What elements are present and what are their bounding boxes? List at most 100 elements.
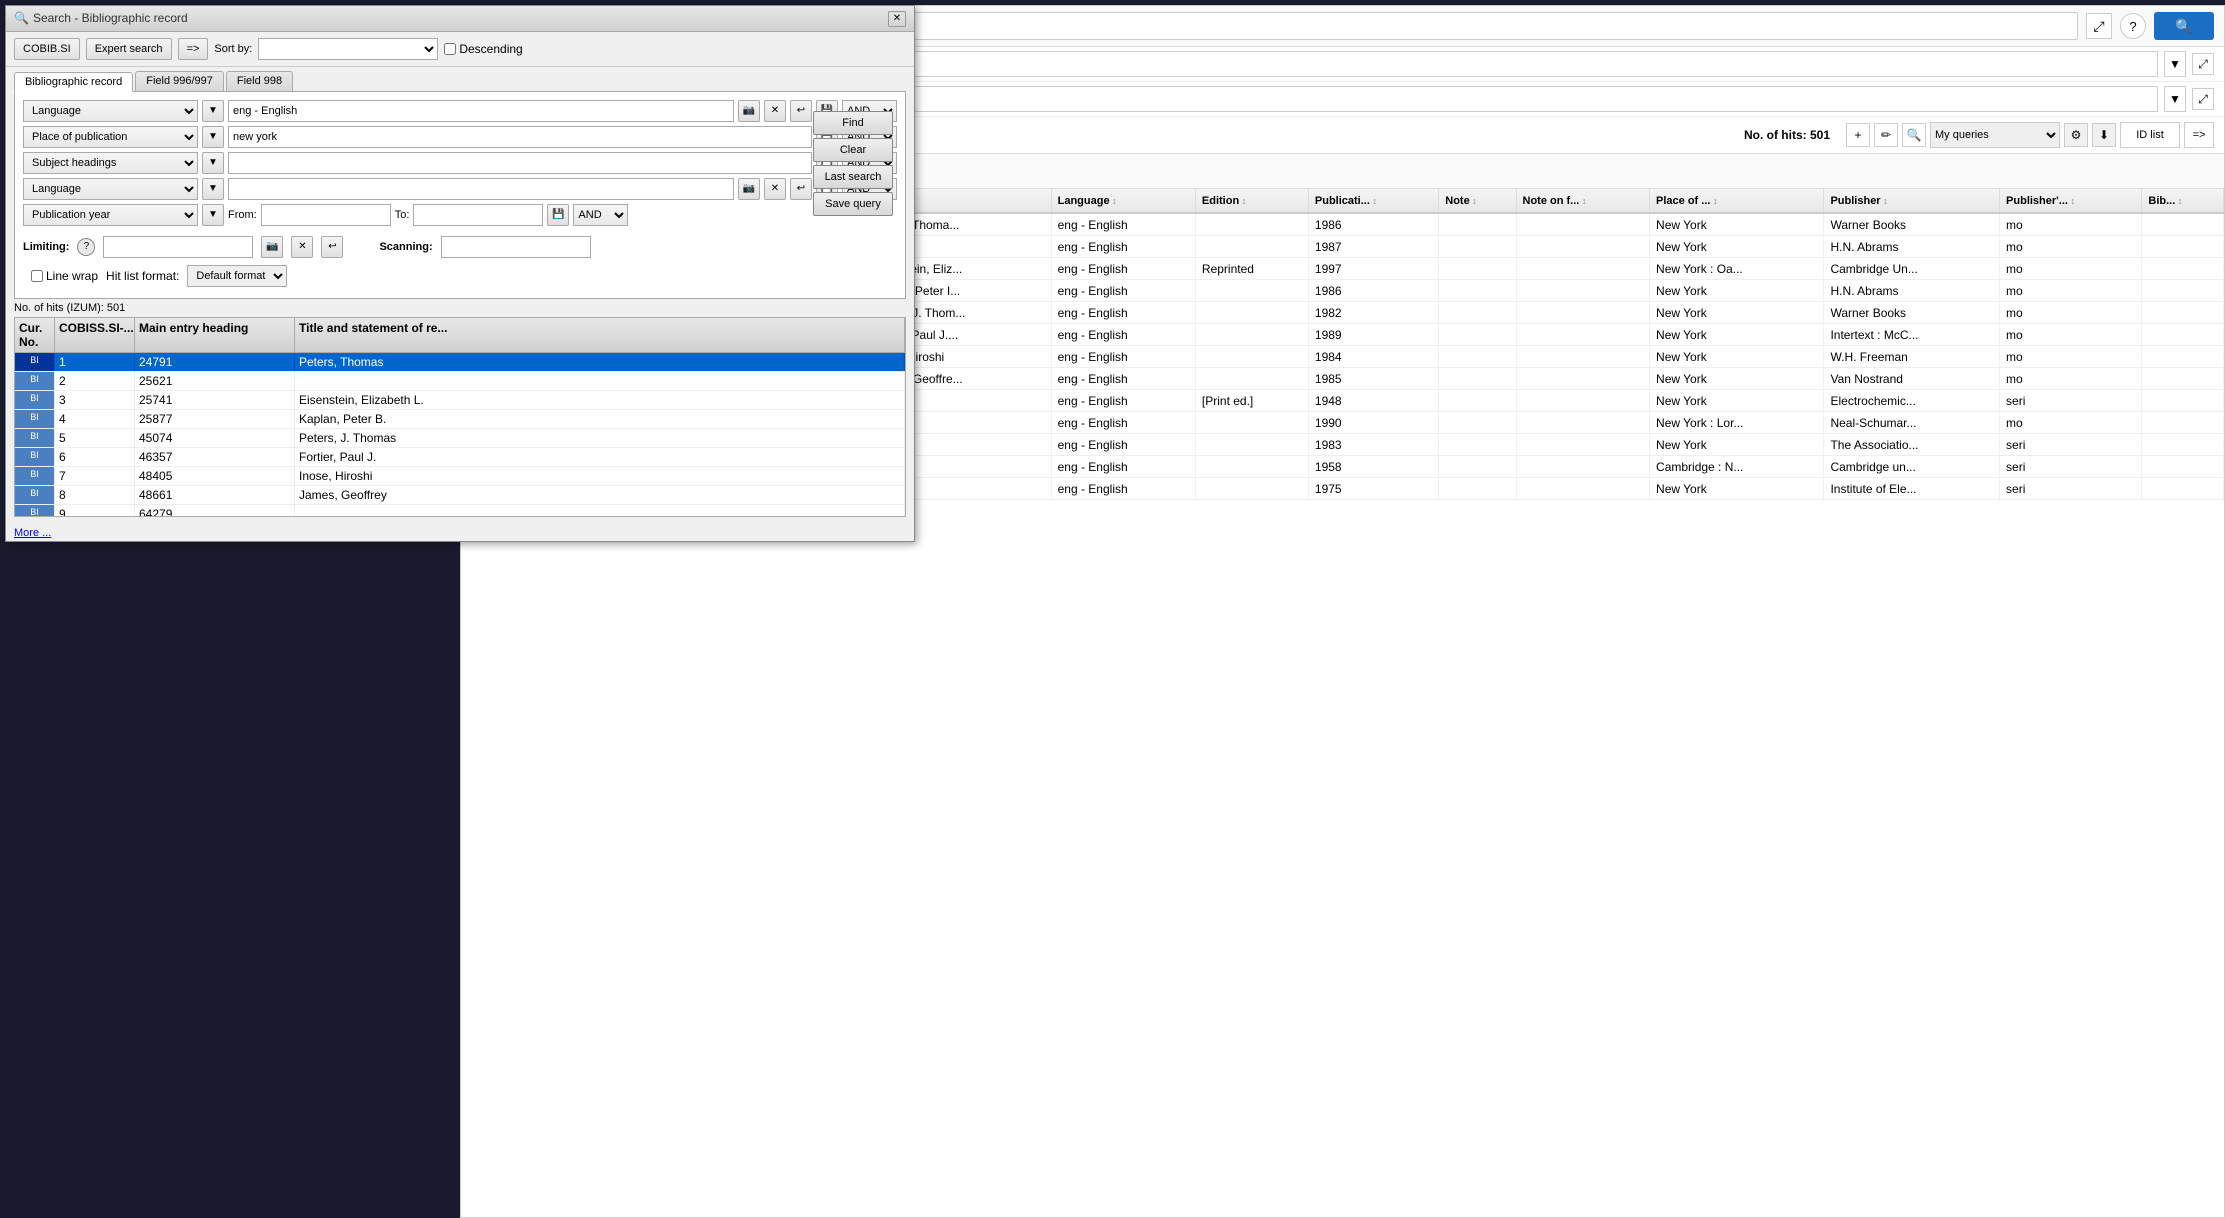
limiting-camera[interactable]: 📷 xyxy=(261,236,283,258)
clear-btn-4[interactable]: ✕ xyxy=(764,178,786,200)
id-list-btn[interactable]: ID list xyxy=(2120,122,2180,148)
list-item[interactable]: BI 3 25741 Eisenstein, Elizabeth L. xyxy=(15,391,905,410)
filter-row-expand-2[interactable]: ⤢ xyxy=(2192,88,2214,110)
col-pubshort-header[interactable]: Publisher'... xyxy=(2000,189,2142,213)
row-note xyxy=(1439,213,1516,236)
row-place: New York xyxy=(1650,213,1824,236)
col-note-header[interactable]: Note xyxy=(1439,189,1516,213)
find-button[interactable]: Find xyxy=(813,111,893,135)
row-main: Inose, Hiroshi xyxy=(295,467,905,485)
descending-checkbox[interactable] xyxy=(444,43,456,55)
row-year: 1989 xyxy=(1308,324,1438,346)
col-edition-header[interactable]: Edition xyxy=(1195,189,1308,213)
search-input-2[interactable] xyxy=(228,126,812,148)
filter-expand-2[interactable]: ▼ xyxy=(2164,86,2186,112)
row-icon: BI xyxy=(15,410,55,428)
search-row-3: Subject headings ▼ 💾 ANDORNOT xyxy=(23,152,897,174)
save-query-button[interactable]: Save query xyxy=(813,192,893,216)
pub-year-filter-btn[interactable]: ▼ xyxy=(202,204,224,226)
filter-btn-4[interactable]: ▼ xyxy=(202,178,224,200)
tab-bibliographic[interactable]: Bibliographic record xyxy=(14,72,133,92)
field-select-3[interactable]: Subject headings xyxy=(23,152,198,174)
from-input[interactable] xyxy=(261,204,391,226)
gear-btn[interactable]: ⚙ xyxy=(2064,123,2088,147)
last-search-button[interactable]: Last search xyxy=(813,165,893,189)
operator-select-5[interactable]: ANDORNOT xyxy=(573,204,628,226)
list-item[interactable]: BI 2 25621 xyxy=(15,372,905,391)
col-place-header[interactable]: Place of ... xyxy=(1650,189,1824,213)
field-select-2[interactable]: Place of publication xyxy=(23,126,198,148)
row-language: eng - English xyxy=(1051,368,1195,390)
help-btn[interactable]: ? xyxy=(77,238,95,256)
list-item[interactable]: BI 7 48405 Inose, Hiroshi xyxy=(15,467,905,486)
filter-btn-3[interactable]: ▼ xyxy=(202,152,224,174)
col-bib-header[interactable]: Bib... xyxy=(2142,189,2224,213)
field-select-4[interactable]: Language xyxy=(23,178,198,200)
col-year-header[interactable]: Publicati... xyxy=(1308,189,1438,213)
edit-btn[interactable]: ✏ xyxy=(1874,123,1898,147)
expert-search-button[interactable]: Expert search xyxy=(86,38,172,60)
to-input[interactable] xyxy=(413,204,543,226)
list-item[interactable]: BI 4 25877 Kaplan, Peter B. xyxy=(15,410,905,429)
field-select-1[interactable]: Language xyxy=(23,100,198,122)
row-note xyxy=(1439,346,1516,368)
row-cur: 8 xyxy=(55,486,135,504)
sort-select[interactable] xyxy=(258,38,438,60)
more-link[interactable]: More ... xyxy=(6,525,914,541)
row-cobiss: 48661 xyxy=(135,486,295,504)
scanning-input[interactable] xyxy=(441,236,591,258)
row-publisher: Institute of Ele... xyxy=(1824,478,2000,500)
search-small-btn[interactable]: 🔍 xyxy=(1902,123,1926,147)
row-publisher: Cambridge Un... xyxy=(1824,258,2000,280)
download-btn-toolbar[interactable]: ⬇ xyxy=(2092,123,2116,147)
filter-text-input-2[interactable] xyxy=(813,93,2153,105)
filter-row-expand-1[interactable]: ⤢ xyxy=(2192,53,2214,75)
search-row-2: Place of publication ▼ 💾 ANDORNOT xyxy=(23,126,897,148)
clear-btn-1[interactable]: ✕ xyxy=(764,100,786,122)
col-publisher-header[interactable]: Publisher xyxy=(1824,189,2000,213)
row-place: New York xyxy=(1650,346,1824,368)
search-input-4[interactable] xyxy=(228,178,734,200)
search-input-3[interactable] xyxy=(228,152,812,174)
search-input-1[interactable] xyxy=(228,100,734,122)
row-icon: BI xyxy=(15,353,55,371)
list-item[interactable]: BI 1 24791 Peters, Thomas xyxy=(15,353,905,372)
arrow-btn-right[interactable]: => xyxy=(2184,122,2214,148)
list-item[interactable]: BI 9 64279 xyxy=(15,505,905,517)
limiting-history[interactable]: ↩ xyxy=(321,236,343,258)
limiting-input[interactable] xyxy=(103,236,253,258)
tab-field-996[interactable]: Field 996/997 xyxy=(135,71,224,91)
clear-button[interactable]: Clear xyxy=(813,138,893,162)
arrow-button[interactable]: => xyxy=(178,38,209,60)
col-notef-header[interactable]: Note on f... xyxy=(1516,189,1650,213)
camera-btn-4[interactable]: 📷 xyxy=(738,178,760,200)
help-btn-main[interactable]: ? xyxy=(2120,13,2146,39)
close-button[interactable]: ✕ xyxy=(888,11,906,27)
row-year: 1986 xyxy=(1308,213,1438,236)
list-item[interactable]: BI 8 48661 James, Geoffrey xyxy=(15,486,905,505)
hits-count: No. of hits: 501 xyxy=(1744,128,1830,142)
queries-select[interactable]: My queries xyxy=(1930,122,2060,148)
line-wrap-checkbox[interactable] xyxy=(31,270,43,282)
hit-format-select[interactable]: Default format xyxy=(187,265,287,287)
add-btn[interactable]: + xyxy=(1846,123,1870,147)
expand-btn-1[interactable]: ⤢ xyxy=(2086,13,2112,39)
tab-field-998[interactable]: Field 998 xyxy=(226,71,293,91)
filter-expand-1[interactable]: ▼ xyxy=(2164,51,2186,77)
filter-btn-2[interactable]: ▼ xyxy=(202,126,224,148)
list-item[interactable]: BI 5 45074 Peters, J. Thomas xyxy=(15,429,905,448)
cobibsi-button[interactable]: COBIB.SI xyxy=(14,38,80,60)
row-language: eng - English xyxy=(1051,412,1195,434)
limiting-clear[interactable]: ✕ xyxy=(291,236,313,258)
list-item[interactable]: BI 6 46357 Fortier, Paul J. xyxy=(15,448,905,467)
main-search-button[interactable]: 🔍 xyxy=(2154,12,2214,40)
pub-year-save-btn[interactable]: 💾 xyxy=(547,204,569,226)
filter-btn-1[interactable]: ▼ xyxy=(202,100,224,122)
row-cobiss: 25741 xyxy=(135,391,295,409)
row-language: eng - English xyxy=(1051,302,1195,324)
camera-btn-1[interactable]: 📷 xyxy=(738,100,760,122)
row-publisher: Van Nostrand xyxy=(1824,368,2000,390)
col-language-header[interactable]: Language xyxy=(1051,189,1195,213)
pub-year-select[interactable]: Publication year xyxy=(23,204,198,226)
row-cobiss: 45074 xyxy=(135,429,295,447)
